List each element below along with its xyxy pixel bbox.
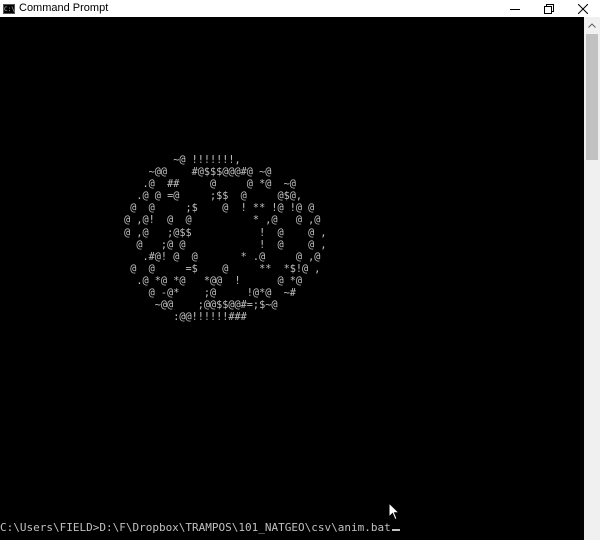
command-line[interactable]: C:\Users\FIELD>D:\F\Dropbox\TRAMPOS\101_… — [0, 521, 400, 535]
window-controls — [498, 0, 600, 17]
vertical-scrollbar[interactable] — [584, 17, 600, 540]
text-caret — [391, 529, 400, 531]
close-icon — [578, 3, 588, 14]
scrollbar-thumb[interactable] — [586, 34, 598, 160]
scroll-up-button[interactable] — [584, 17, 600, 33]
restore-button[interactable] — [532, 0, 566, 17]
command-prompt-window: C:\ Command Prompt ~@ !!!!!!!, ~@@ #@$$$… — [0, 0, 600, 540]
console-app-icon[interactable]: C:\ — [3, 3, 15, 14]
ascii-art-animation-frame: ~@ !!!!!!!, ~@@ #@$$$@@@#@ ~@ .@ ## @ @ … — [124, 155, 327, 324]
window-title: Command Prompt — [19, 2, 109, 14]
close-button[interactable] — [566, 0, 600, 17]
title-bar[interactable]: C:\ Command Prompt — [0, 0, 600, 17]
restore-icon — [544, 3, 554, 14]
minimize-button[interactable] — [498, 0, 532, 17]
chevron-up-icon — [588, 22, 596, 28]
minimize-icon — [510, 8, 520, 10]
mouse-pointer-icon — [388, 502, 400, 521]
prompt-text: C:\Users\FIELD>D:\F\Dropbox\TRAMPOS\101_… — [0, 521, 391, 534]
console-output-area[interactable]: ~@ !!!!!!!, ~@@ #@$$$@@@#@ ~@ .@ ## @ @ … — [0, 17, 584, 540]
